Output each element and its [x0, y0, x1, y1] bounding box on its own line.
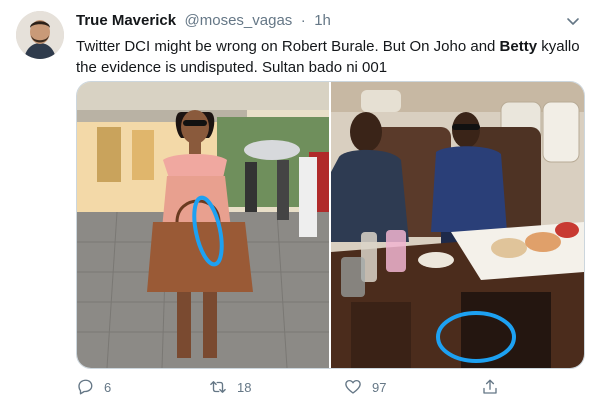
photo-men-in-jet: [331, 82, 584, 368]
display-name[interactable]: True Maverick: [76, 12, 176, 29]
media-photo-right[interactable]: [331, 82, 584, 368]
like-button[interactable]: 97: [344, 376, 386, 398]
tweet-text-part: Twitter DCI might be wrong on Robert Bur…: [76, 38, 500, 55]
avatar-image: [16, 11, 64, 59]
share-button[interactable]: [481, 376, 499, 398]
retweet-count: 18: [237, 379, 252, 395]
tweet-text-bold: Betty: [499, 38, 538, 55]
more-options-button[interactable]: [565, 13, 581, 29]
tweet-timestamp[interactable]: 1h: [314, 12, 331, 29]
chevron-down-icon: [567, 18, 579, 25]
reply-count: 6: [104, 379, 112, 395]
separator-dot: ·: [300, 12, 306, 29]
reply-button[interactable]: 6: [76, 376, 111, 398]
tweet-media: [76, 81, 585, 369]
tweet-text: Twitter DCI might be wrong on Robert Bur…: [76, 36, 581, 78]
like-count: 97: [372, 379, 387, 395]
retweet-button[interactable]: 18: [209, 376, 251, 398]
photo-woman-with-handbag: [77, 82, 329, 368]
retweet-icon: [210, 381, 226, 393]
heart-icon: [345, 379, 361, 394]
tweet-header: True Maverick @moses_vagas · 1h: [76, 12, 559, 32]
tweet[interactable]: True Maverick @moses_vagas · 1h Twitter …: [0, 0, 599, 406]
tweet-actions: 6 18 97: [76, 376, 583, 398]
user-handle[interactable]: @moses_vagas: [185, 12, 293, 29]
share-icon: [483, 379, 497, 394]
media-photo-left[interactable]: [77, 82, 329, 368]
reply-icon: [78, 379, 93, 395]
avatar[interactable]: [16, 11, 64, 59]
